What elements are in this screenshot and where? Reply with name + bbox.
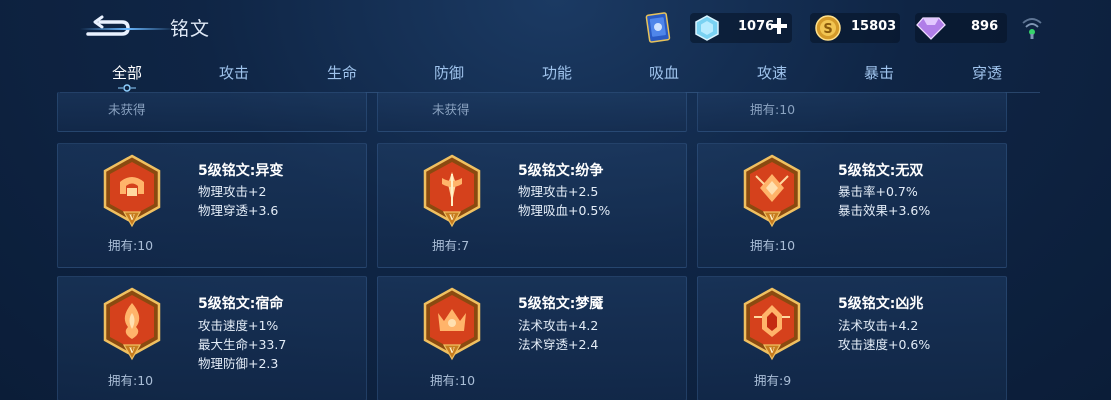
inscription-name: 5级铭文:纷争 xyxy=(518,163,604,179)
inscription-card-partial[interactable]: 未获得 xyxy=(377,92,687,132)
diamond-icon xyxy=(695,15,719,41)
inscription-name: 5级铭文:异变 xyxy=(198,163,284,179)
inscription-emblem-icon: V xyxy=(743,287,801,361)
svg-text:V: V xyxy=(448,213,455,222)
tab-critical[interactable]: 暴击 xyxy=(829,62,929,83)
owned-status: 未获得 xyxy=(432,102,470,117)
inscription-card-xiongzhao[interactable]: V 5级铭文:凶兆 法术攻击+4.2 攻击速度+0.6% 拥有:9 xyxy=(697,276,1007,400)
owned-count: 拥有:10 xyxy=(750,238,796,253)
tab-defense[interactable]: 防御 xyxy=(399,62,499,83)
tab-attack[interactable]: 攻击 xyxy=(184,62,284,83)
owned-status: 未获得 xyxy=(108,102,146,117)
owned-count: 拥有:7 xyxy=(432,238,470,253)
owned-count: 拥有:10 xyxy=(750,102,796,117)
owned-count: 拥有:10 xyxy=(108,238,154,253)
inscription-card-wushuang[interactable]: V 5级铭文:无双 暴击率+0.7% 暴击效果+3.6% 拥有:10 xyxy=(697,143,1007,268)
add-diamond-button[interactable] xyxy=(770,17,788,35)
tab-penetration[interactable]: 穿透 xyxy=(937,62,1037,83)
page-title: 铭文 xyxy=(170,18,211,40)
category-tabs: 全部 攻击 生命 防御 功能 吸血 攻速 暴击 穿透 xyxy=(72,58,1042,94)
inscription-card-mengyan[interactable]: V 5级铭文:梦魇 法术攻击+4.2 法术穿透+2.4 拥有:10 xyxy=(377,276,687,400)
inscription-card-partial[interactable]: 拥有:10 xyxy=(697,92,1007,132)
gold-value: 15803 xyxy=(851,19,897,34)
svg-text:V: V xyxy=(448,346,455,355)
inscription-emblem-icon: V xyxy=(103,287,161,361)
inscription-name: 5级铭文:凶兆 xyxy=(838,296,924,312)
tab-attack-speed[interactable]: 攻速 xyxy=(722,62,822,83)
inscription-stat: 物理防御+2.3 xyxy=(198,356,279,371)
inscription-card-suming[interactable]: V 5级铭文:宿命 攻击速度+1% 最大生命+33.7 物理防御+2.3 拥有:… xyxy=(57,276,367,400)
owned-count: 拥有:10 xyxy=(108,373,154,388)
inscription-stat: 物理吸血+0.5% xyxy=(518,203,611,218)
tab-all[interactable]: 全部 xyxy=(77,62,177,83)
tab-health[interactable]: 生命 xyxy=(292,62,392,83)
gem-icon xyxy=(916,17,946,40)
inscription-emblem-icon: V xyxy=(423,287,481,361)
inscription-stat: 法术穿透+2.4 xyxy=(518,337,599,352)
inscription-stat: 攻击速度+0.6% xyxy=(838,337,931,352)
inscription-card-partial[interactable]: 未获得 xyxy=(57,92,367,132)
inscription-stat: 攻击速度+1% xyxy=(198,318,279,333)
inscription-emblem-icon: V xyxy=(743,154,801,228)
svg-text:V: V xyxy=(768,213,775,222)
inscription-card-fenzheng[interactable]: V 5级铭文:纷争 物理攻击+2.5 物理吸血+0.5% 拥有:7 xyxy=(377,143,687,268)
tab-utility[interactable]: 功能 xyxy=(507,62,607,83)
inscription-name: 5级铭文:宿命 xyxy=(198,296,284,312)
inscription-stat: 暴击效果+3.6% xyxy=(838,203,931,218)
inscription-stat: 法术攻击+4.2 xyxy=(838,318,919,333)
diamond-value: 1076 xyxy=(738,19,775,34)
active-tab-underline xyxy=(80,28,174,30)
gold-coin-icon: S xyxy=(815,15,841,41)
inscription-name: 5级铭文:无双 xyxy=(838,163,924,179)
inscription-emblem-icon: V xyxy=(423,154,481,228)
owned-count: 拥有:10 xyxy=(430,373,476,388)
inscription-card-yibian[interactable]: V 5级铭文:异变 物理攻击+2 物理穿透+3.6 拥有:10 xyxy=(57,143,367,268)
svg-text:V: V xyxy=(128,346,135,355)
inscription-stat: 法术攻击+4.2 xyxy=(518,318,599,333)
owned-count: 拥有:9 xyxy=(754,373,792,388)
inscription-stat: 物理攻击+2 xyxy=(198,184,267,199)
inscription-emblem-icon: V xyxy=(103,154,161,228)
gem-value: 896 xyxy=(971,19,999,34)
inscription-stat: 物理穿透+3.6 xyxy=(198,203,279,218)
signal-icon xyxy=(1022,18,1042,39)
inscription-name: 5级铭文:梦魇 xyxy=(518,296,604,312)
inscription-stat: 最大生命+33.7 xyxy=(198,337,287,352)
inscription-stat: 暴击率+0.7% xyxy=(838,184,918,199)
tab-lifesteal[interactable]: 吸血 xyxy=(614,62,714,83)
svg-text:V: V xyxy=(768,346,775,355)
svg-text:S: S xyxy=(823,22,832,37)
pass-card-icon[interactable] xyxy=(640,10,676,46)
svg-text:V: V xyxy=(128,213,135,222)
inscription-stat: 物理攻击+2.5 xyxy=(518,184,599,199)
